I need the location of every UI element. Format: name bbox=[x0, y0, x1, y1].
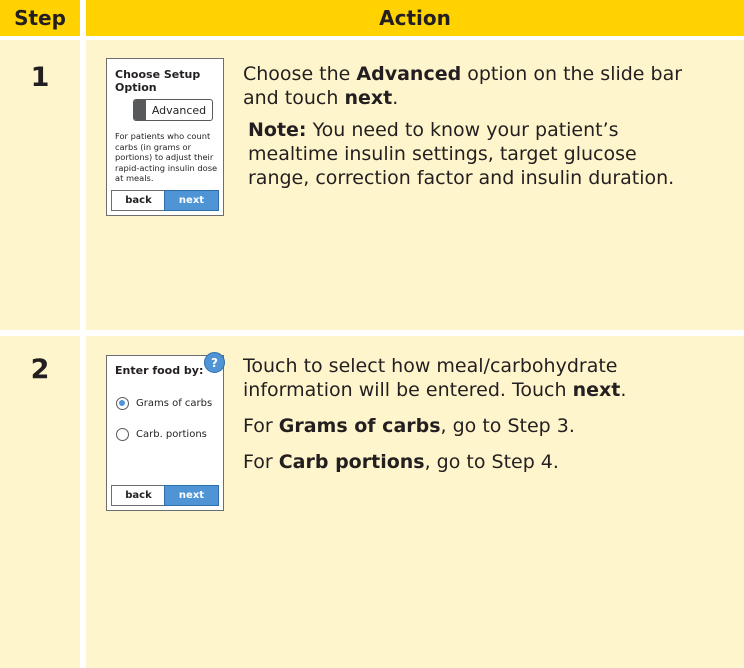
header-action: Action bbox=[86, 0, 744, 36]
row2-instruction-line2: information will be entered. Touch next. bbox=[243, 378, 626, 402]
carb-portions-option[interactable]: Carb. portions bbox=[116, 428, 207, 441]
text: and touch bbox=[243, 87, 345, 109]
next-button[interactable]: next bbox=[164, 485, 219, 506]
header-step-label: Step bbox=[14, 6, 66, 30]
row2-device-screen: Enter food by: ? Grams of carbs Carb. po… bbox=[106, 352, 225, 511]
text: . bbox=[392, 87, 399, 109]
text: , go to Step 3. bbox=[440, 415, 575, 437]
grams-of-carbs-option[interactable]: Grams of carbs bbox=[116, 397, 212, 410]
row1-device-screen: Choose Setup Option Advanced For patient… bbox=[106, 58, 224, 216]
carb-portions-emphasis: Carb portions bbox=[278, 451, 425, 473]
next-emphasis: next bbox=[572, 379, 621, 401]
back-button[interactable]: back bbox=[111, 190, 166, 211]
text: You need to know your patient’s bbox=[306, 119, 619, 141]
screen-title: Choose Setup Option bbox=[115, 68, 201, 94]
row2-step-number: 2 bbox=[30, 354, 50, 385]
text: For bbox=[243, 415, 279, 437]
radio-unselected-icon[interactable] bbox=[116, 428, 129, 441]
header-step: Step bbox=[0, 0, 80, 36]
text: Choose the bbox=[243, 63, 357, 85]
text: , go to Step 4. bbox=[424, 451, 559, 473]
advanced-slide-bar[interactable]: Advanced bbox=[133, 99, 213, 121]
radio-selected-icon[interactable] bbox=[116, 397, 129, 410]
row1-step-number: 1 bbox=[30, 62, 50, 93]
screen-title: Enter food by: bbox=[115, 364, 204, 377]
text: For bbox=[243, 451, 279, 473]
text: option on the slide bar bbox=[461, 63, 683, 85]
row1-note-line2: mealtime insulin settings, target glucos… bbox=[248, 143, 637, 165]
row1-instruction-line2: and touch next. bbox=[243, 86, 398, 110]
next-button[interactable]: next bbox=[164, 190, 219, 211]
back-button[interactable]: back bbox=[111, 485, 166, 506]
row1-note-line3: range, correction factor and insulin dur… bbox=[248, 167, 675, 189]
note-label: Note: bbox=[248, 119, 307, 141]
slide-bar-label: Advanced bbox=[151, 103, 207, 117]
header-action-label: Action bbox=[379, 6, 451, 30]
advanced-emphasis: Advanced bbox=[356, 63, 462, 85]
row1-note-line1: Note: You need to know your patient’s bbox=[248, 118, 619, 142]
help-button[interactable]: ? bbox=[204, 352, 225, 373]
slide-knob[interactable] bbox=[134, 100, 146, 120]
text: . bbox=[620, 379, 627, 401]
grams-of-carbs-emphasis: Grams of carbs bbox=[278, 415, 441, 437]
row2-instruction-line3: For Grams of carbs, go to Step 3. bbox=[243, 414, 575, 438]
row1-instruction-line1: Choose the Advanced option on the slide … bbox=[243, 62, 682, 86]
row2-step-cell bbox=[0, 336, 80, 668]
option-label: Carb. portions bbox=[136, 429, 207, 440]
setup-option-description: For patients who count carbs (in grams o… bbox=[115, 131, 218, 183]
row2-instruction-line1: Touch to select how meal/carbohydrate bbox=[243, 355, 618, 377]
option-label: Grams of carbs bbox=[136, 398, 213, 409]
row2-instruction-line4: For Carb portions, go to Step 4. bbox=[243, 450, 559, 474]
next-emphasis: next bbox=[344, 87, 393, 109]
text: information will be entered. Touch bbox=[243, 379, 573, 401]
